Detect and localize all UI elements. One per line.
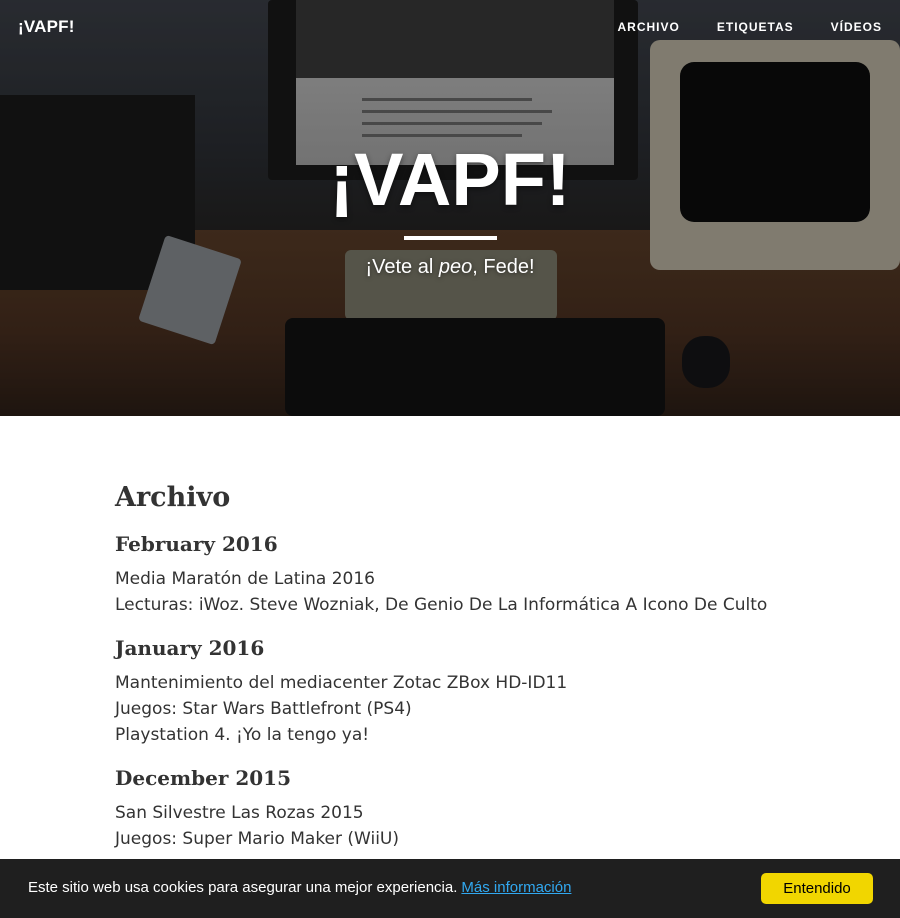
main-nav: ARCHIVO ETIQUETAS VÍDEOS <box>618 20 882 34</box>
nav-link-videos[interactable]: VÍDEOS <box>831 20 882 34</box>
month-title: December 2015 <box>115 766 292 790</box>
site-subtitle: ¡Vete al peo, Fede! <box>0 256 900 279</box>
cookie-consent-bar: Este sitio web usa cookies para asegurar… <box>0 859 900 918</box>
post-link[interactable]: San Silvestre Las Rozas 2015 <box>115 800 795 826</box>
hero-header: ¡VAPF! ARCHIVO ETIQUETAS VÍDEOS ¡VAPF! ¡… <box>0 0 900 416</box>
post-link[interactable]: Juegos: Star Wars Battlefront (PS4) <box>115 696 795 722</box>
post-list: San Silvestre Las Rozas 2015 Juegos: Sup… <box>115 800 795 852</box>
title-divider <box>404 236 497 240</box>
nav-link-archivo[interactable]: ARCHIVO <box>618 20 680 34</box>
month-title: January 2016 <box>115 636 265 660</box>
post-link[interactable]: Juegos: Super Mario Maker (WiiU) <box>115 826 795 852</box>
month-section-february-2016: February 2016 Media Maratón de Latina 20… <box>115 530 795 618</box>
post-link[interactable]: Mantenimiento del mediacenter Zotac ZBox… <box>115 670 795 696</box>
post-list: Mantenimiento del mediacenter Zotac ZBox… <box>115 670 795 748</box>
post-link[interactable]: Playstation 4. ¡Yo la tengo ya! <box>115 722 795 748</box>
month-title: February 2016 <box>115 532 278 556</box>
post-list: Media Maratón de Latina 2016 Lecturas: i… <box>115 566 795 618</box>
month-section-december-2015: December 2015 San Silvestre Las Rozas 20… <box>115 764 795 852</box>
cookie-accept-button[interactable]: Entendido <box>761 873 873 904</box>
subtitle-emphasis: peo <box>438 256 473 278</box>
post-link[interactable]: Media Maratón de Latina 2016 <box>115 566 795 592</box>
subtitle-part-2: , Fede! <box>472 256 535 278</box>
nav-link-etiquetas[interactable]: ETIQUETAS <box>717 20 794 34</box>
cookie-more-info-link[interactable]: Más información <box>461 879 571 896</box>
nav-brand-link[interactable]: ¡VAPF! <box>18 17 75 37</box>
month-section-january-2016: January 2016 Mantenimiento del mediacent… <box>115 634 795 748</box>
site-title: ¡VAPF! <box>329 138 571 221</box>
cookie-text: Este sitio web usa cookies para asegurar… <box>28 879 458 896</box>
post-link[interactable]: Lecturas: iWoz. Steve Wozniak, De Genio … <box>115 592 795 618</box>
archive-content: Archivo February 2016 Media Maratón de L… <box>115 480 795 868</box>
cookie-message: Este sitio web usa cookies para asegurar… <box>28 879 571 896</box>
subtitle-part-1: ¡Vete al <box>365 256 439 278</box>
page-title: Archivo <box>115 482 231 513</box>
